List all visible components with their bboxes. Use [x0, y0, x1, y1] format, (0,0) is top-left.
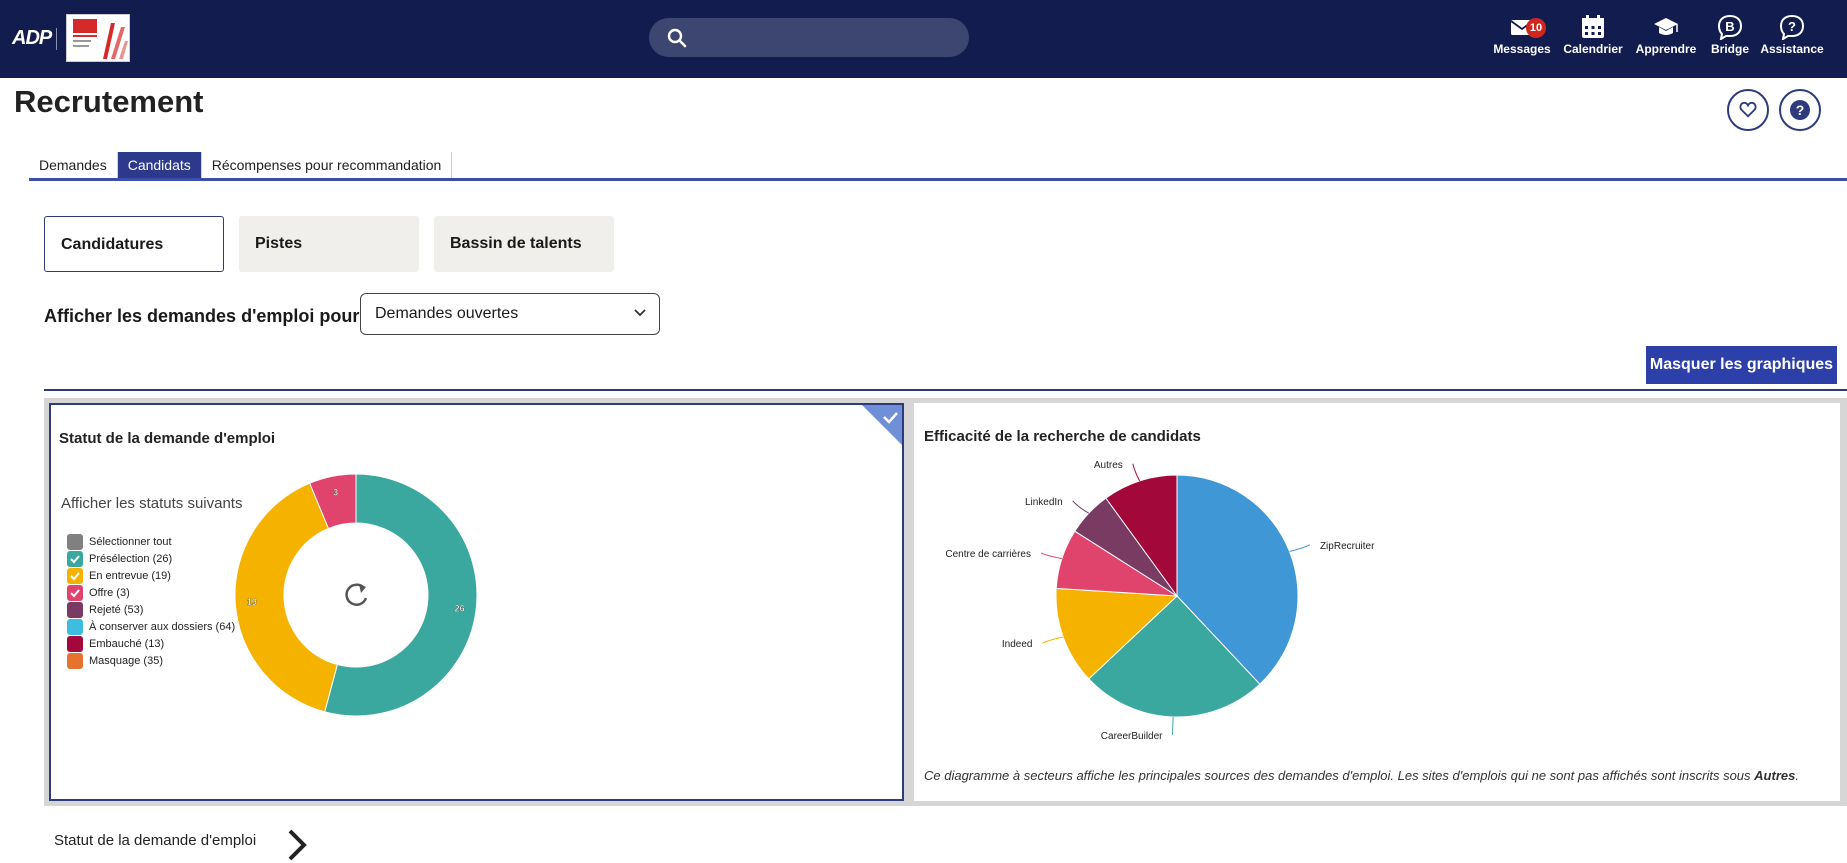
pie-connector	[1042, 636, 1064, 644]
bridge-icon: B	[1717, 14, 1743, 40]
page-title: Recrutement	[14, 84, 204, 119]
nav-messages[interactable]: Messages 10	[1493, 14, 1551, 60]
heart-icon	[1739, 101, 1757, 118]
svg-text:B: B	[1725, 19, 1734, 34]
mode-candidatures[interactable]: Candidatures	[44, 216, 224, 272]
section-divider	[44, 389, 1847, 391]
pie-connector	[1289, 544, 1311, 552]
calendar-icon	[1582, 15, 1604, 38]
nav-label: Bridge	[1710, 42, 1749, 56]
pie-connector	[1072, 500, 1090, 514]
help-button[interactable]: ?	[1779, 89, 1821, 131]
tab-recompenses[interactable]: Récompenses pour recommandation	[202, 152, 453, 178]
sources-chart-note: Ce diagramme à secteurs affiche les prin…	[924, 765, 1824, 786]
pie-data-label: Indeed	[1002, 639, 1033, 650]
nav-label: Calendrier	[1563, 42, 1623, 56]
hide-charts-button[interactable]: Masquer les graphiques	[1646, 346, 1837, 384]
top-navigation-bar: ADP Messages 10 Calendrier Apprendre B B…	[0, 0, 1847, 78]
pie-connector	[1172, 716, 1174, 735]
chevron-right-icon[interactable]	[286, 828, 310, 863]
pie-data-label: Centre de carrières	[945, 549, 1031, 560]
tab-demandes[interactable]: Demandes	[29, 152, 118, 178]
svg-text:?: ?	[1788, 19, 1796, 34]
global-search[interactable]	[649, 18, 969, 57]
favorite-button[interactable]	[1727, 89, 1769, 131]
refresh-icon[interactable]	[345, 583, 368, 606]
main-tabs: Demandes Candidats Récompenses pour reco…	[29, 152, 453, 178]
nav-label: Apprendre	[1635, 42, 1697, 56]
graduation-cap-icon	[1654, 18, 1678, 35]
tab-candidats[interactable]: Candidats	[117, 152, 202, 178]
status-detail-link[interactable]: Statut de la demande d'emploi	[54, 832, 256, 849]
sources-chart-panel: Efficacité de la recherche de candidats …	[914, 403, 1840, 801]
pie-data-label: Autres	[1094, 460, 1123, 471]
client-logo	[66, 14, 130, 62]
donut-data-label: 19	[247, 597, 257, 607]
nav-bridge[interactable]: B Bridge	[1710, 14, 1750, 60]
note-text: Ce diagramme à secteurs affiche les prin…	[924, 768, 1755, 783]
status-chart-panel[interactable]: Statut de la demande d'emploi Afficher l…	[49, 403, 904, 801]
svg-text:?: ?	[1796, 102, 1805, 118]
chevron-down-icon	[634, 309, 646, 317]
logo-divider	[56, 28, 57, 50]
charts-area: Statut de la demande d'emploi Afficher l…	[44, 398, 1847, 806]
help-bubble-icon: ?	[1779, 14, 1805, 40]
pie-data-label: CareerBuilder	[1101, 731, 1163, 742]
status-donut-chart: 26 19 3	[234, 473, 478, 717]
pie-data-label: ZipRecruiter	[1320, 541, 1375, 552]
nav-label: Messages	[1493, 42, 1551, 56]
nav-learn[interactable]: Apprendre	[1636, 14, 1696, 60]
note-bold: Autres	[1754, 768, 1796, 783]
messages-badge: 10	[1526, 18, 1546, 38]
select-value: Demandes ouvertes	[375, 305, 519, 322]
donut-data-label: 3	[333, 488, 338, 498]
pie-connector	[1040, 552, 1063, 560]
note-end: .	[1795, 768, 1799, 783]
filter-label: Afficher les demandes d'emploi pour	[44, 306, 360, 326]
nav-calendar[interactable]: Calendrier	[1563, 14, 1623, 60]
nav-assistance[interactable]: ? Assistance	[1760, 14, 1824, 60]
mode-pistes[interactable]: Pistes	[239, 216, 419, 272]
question-icon: ?	[1790, 100, 1810, 120]
search-input[interactable]	[695, 24, 955, 51]
search-icon	[667, 28, 687, 48]
sources-pie-chart: ZipRecruiter CareerBuilder Indeed Centre de…	[945, 460, 1375, 742]
tabs-underline	[29, 178, 1847, 181]
donut-data-label: 26	[455, 604, 465, 614]
pie-data-label: LinkedIn	[1025, 497, 1063, 508]
mode-bassin-de-talents[interactable]: Bassin de talents	[434, 216, 614, 272]
nav-label: Assistance	[1760, 42, 1824, 56]
requisition-filter-select[interactable]: Demandes ouvertes	[360, 293, 660, 335]
pie-connector	[1132, 463, 1141, 482]
adp-logo[interactable]: ADP	[12, 27, 52, 50]
